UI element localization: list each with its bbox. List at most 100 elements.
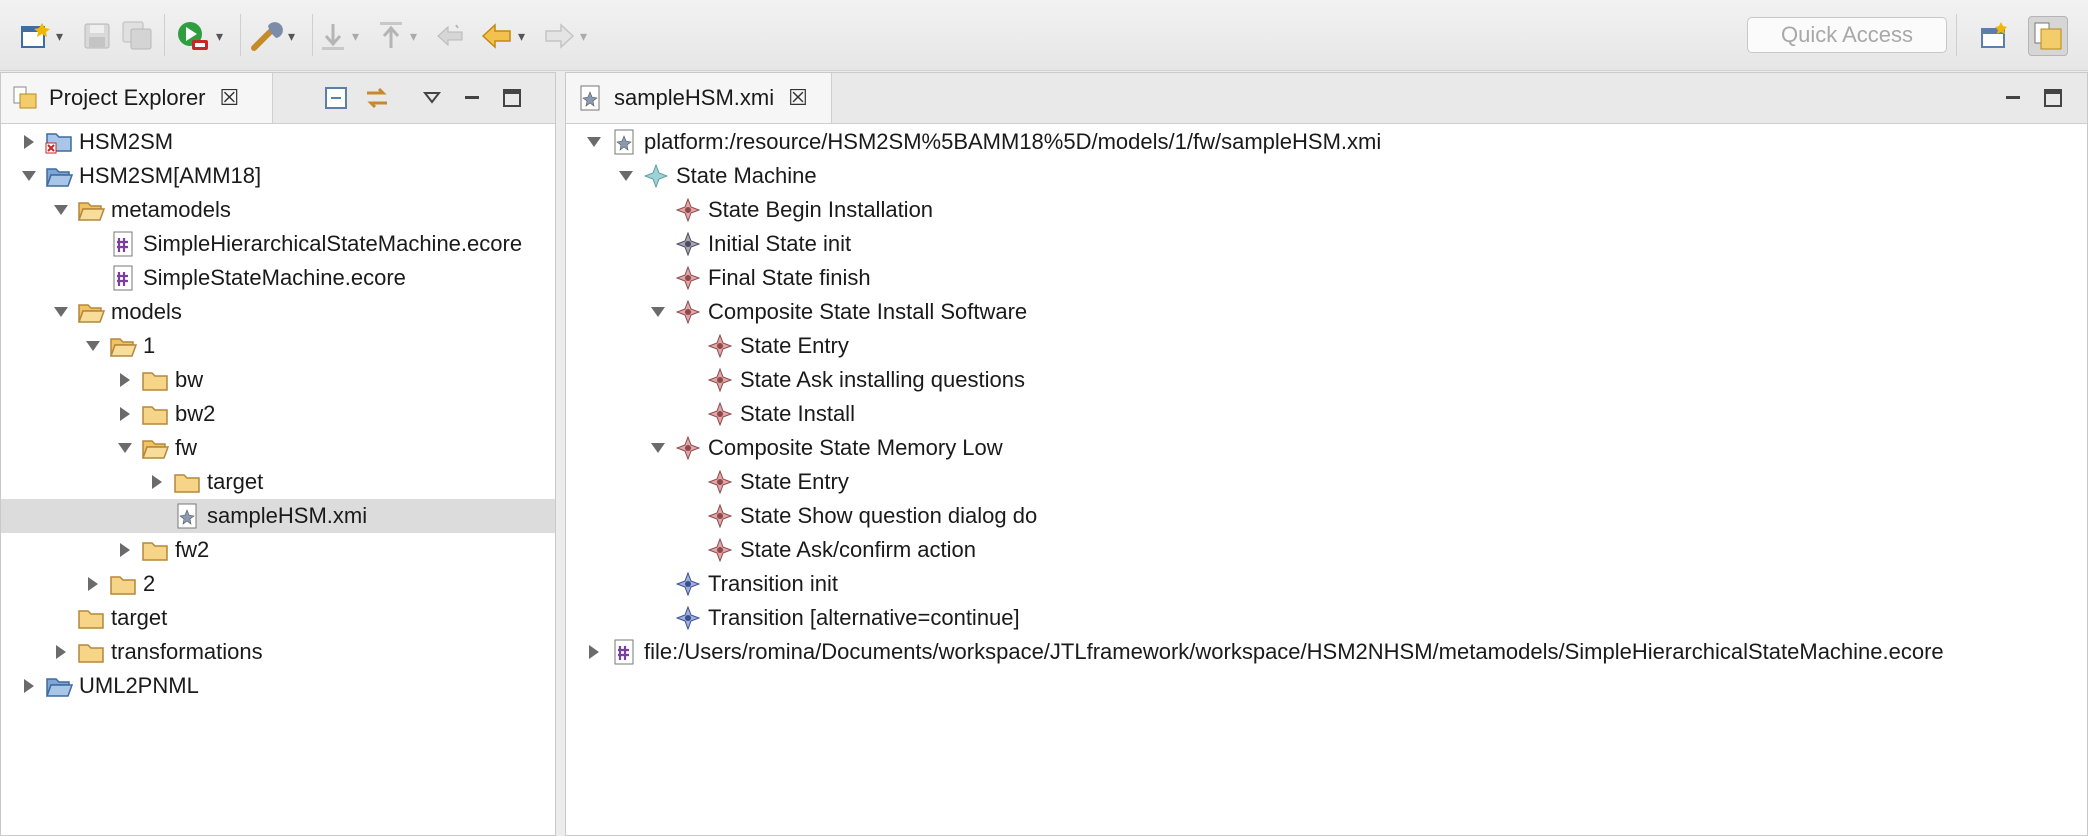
save-icon: [84, 23, 110, 49]
tree-item[interactable]: target: [1, 601, 555, 635]
close-icon[interactable]: ☒: [788, 85, 808, 111]
tree-item[interactable]: Final State finish: [566, 261, 2087, 295]
tree-item[interactable]: Composite State Install Software: [566, 295, 2087, 329]
minimize-icon: [2006, 96, 2020, 99]
folder-icon: [141, 366, 169, 394]
folder-icon: [77, 604, 105, 632]
collapsed-chevron-icon[interactable]: [51, 642, 71, 662]
expanded-chevron-icon[interactable]: [616, 166, 636, 186]
tree-item[interactable]: SimpleHierarchicalStateMachine.ecore: [1, 227, 555, 261]
collapsed-chevron-icon[interactable]: [115, 540, 135, 560]
tab-samplehsm-xmi[interactable]: sampleHSM.xmi ☒: [566, 73, 832, 123]
minimize-button[interactable]: [2000, 85, 2026, 111]
maximize-button[interactable]: [499, 85, 525, 111]
folder-icon: [173, 468, 201, 496]
collapsed-chevron-icon[interactable]: [19, 676, 39, 696]
close-icon[interactable]: ☒: [220, 85, 240, 111]
tree-item[interactable]: Composite State Memory Low: [566, 431, 2087, 465]
previous-annotation-icon: [380, 22, 402, 48]
last-edit-location-button[interactable]: [434, 18, 468, 54]
tree-item[interactable]: State Ask/confirm action: [566, 533, 2087, 567]
tree-item[interactable]: bw2: [1, 397, 555, 431]
tree-item-label: Initial State init: [708, 231, 852, 256]
next-annotation-button[interactable]: ▾: [318, 18, 359, 54]
tree-item[interactable]: Transition [alternative=continue]: [566, 601, 2087, 635]
forward-button[interactable]: ▾: [542, 18, 587, 54]
tree-item[interactable]: State Entry: [566, 465, 2087, 499]
collapsed-chevron-icon[interactable]: [147, 472, 167, 492]
collapsed-chevron-icon[interactable]: [115, 404, 135, 424]
tree-item[interactable]: SimpleStateMachine.ecore: [1, 261, 555, 295]
collapsed-chevron-icon[interactable]: [19, 132, 39, 152]
expanded-chevron-icon[interactable]: [584, 132, 604, 152]
tree-item-label: State Ask installing questions: [740, 367, 1025, 392]
state-icon: [674, 264, 702, 292]
link-with-editor-button[interactable]: [363, 85, 389, 111]
tree-item[interactable]: Transition init: [566, 567, 2087, 601]
tree-item[interactable]: fw2: [1, 533, 555, 567]
tree-item[interactable]: State Machine: [566, 159, 2087, 193]
open-perspective-button[interactable]: [1974, 16, 2014, 56]
tree-item[interactable]: 1: [1, 329, 555, 363]
tree-item[interactable]: State Show question dialog do: [566, 499, 2087, 533]
save-all-button[interactable]: [122, 18, 154, 54]
tree-item-label: fw2: [175, 537, 210, 562]
tree-item[interactable]: State Begin Installation: [566, 193, 2087, 227]
minimize-button[interactable]: [459, 85, 485, 111]
forward-arrow-icon: [545, 23, 575, 49]
collapse-all-button[interactable]: [323, 85, 349, 111]
quick-access-field[interactable]: Quick Access: [1747, 17, 1947, 53]
expanded-chevron-icon[interactable]: [648, 438, 668, 458]
tree-item-label: State Begin Installation: [708, 197, 934, 222]
tree-item[interactable]: platform:/resource/HSM2SM%5BAMM18%5D/mod…: [566, 125, 2087, 159]
collapsed-chevron-icon[interactable]: [115, 370, 135, 390]
expanded-chevron-icon[interactable]: [115, 438, 135, 458]
tree-item-label: transformations: [111, 639, 263, 664]
tree-item[interactable]: target: [1, 465, 555, 499]
save-button[interactable]: [82, 18, 112, 54]
folder-open-icon: [141, 434, 169, 462]
maximize-icon: [2044, 89, 2062, 107]
resource-perspective-button[interactable]: [2028, 16, 2068, 56]
tree-item-label: SimpleHierarchicalStateMachine.ecore: [143, 231, 523, 256]
external-tools-button[interactable]: ▾: [250, 18, 295, 54]
toolbar-separator: [240, 14, 241, 56]
expanded-chevron-icon[interactable]: [648, 302, 668, 322]
back-arrow-icon: [481, 23, 511, 49]
tree-item[interactable]: HSM2SM: [1, 125, 555, 159]
project-closed-icon: [45, 128, 73, 156]
tree-item[interactable]: State Ask installing questions: [566, 363, 2087, 397]
tree-item-label: models: [111, 299, 182, 324]
next-annotation-icon: [322, 24, 344, 50]
tree-item[interactable]: metamodels: [1, 193, 555, 227]
run-button[interactable]: ▾: [176, 18, 223, 54]
tab-project-explorer[interactable]: Project Explorer ☒: [1, 73, 273, 123]
view-menu-button[interactable]: [419, 85, 445, 111]
expanded-chevron-icon[interactable]: [51, 302, 71, 322]
tree-item[interactable]: 2: [1, 567, 555, 601]
folder-icon: [141, 536, 169, 564]
tree-item[interactable]: State Install: [566, 397, 2087, 431]
state-icon: [706, 400, 734, 428]
tree-item[interactable]: models: [1, 295, 555, 329]
tree-item-label: Composite State Install Software: [708, 299, 1028, 324]
maximize-button[interactable]: [2040, 85, 2066, 111]
project-explorer-tabbar: Project Explorer ☒: [1, 73, 555, 124]
expanded-chevron-icon[interactable]: [51, 200, 71, 220]
expanded-chevron-icon[interactable]: [19, 166, 39, 186]
tree-item[interactable]: HSM2SM[AMM18]: [1, 159, 555, 193]
previous-annotation-button[interactable]: ▾: [376, 18, 417, 54]
expanded-chevron-icon[interactable]: [83, 336, 103, 356]
collapsed-chevron-icon[interactable]: [584, 642, 604, 662]
collapsed-chevron-icon[interactable]: [83, 574, 103, 594]
tree-item[interactable]: fw: [1, 431, 555, 465]
tree-item[interactable]: file:/Users/romina/Documents/workspace/J…: [566, 635, 2087, 669]
tree-item[interactable]: State Entry: [566, 329, 2087, 363]
tree-item[interactable]: Initial State init: [566, 227, 2087, 261]
tree-item[interactable]: transformations: [1, 635, 555, 669]
back-button[interactable]: ▾: [480, 18, 525, 54]
tree-item[interactable]: UML2PNML: [1, 669, 555, 703]
tree-item[interactable]: bw: [1, 363, 555, 397]
tree-item[interactable]: sampleHSM.xmi: [1, 499, 555, 533]
new-wizard-button[interactable]: ▾: [18, 18, 63, 54]
